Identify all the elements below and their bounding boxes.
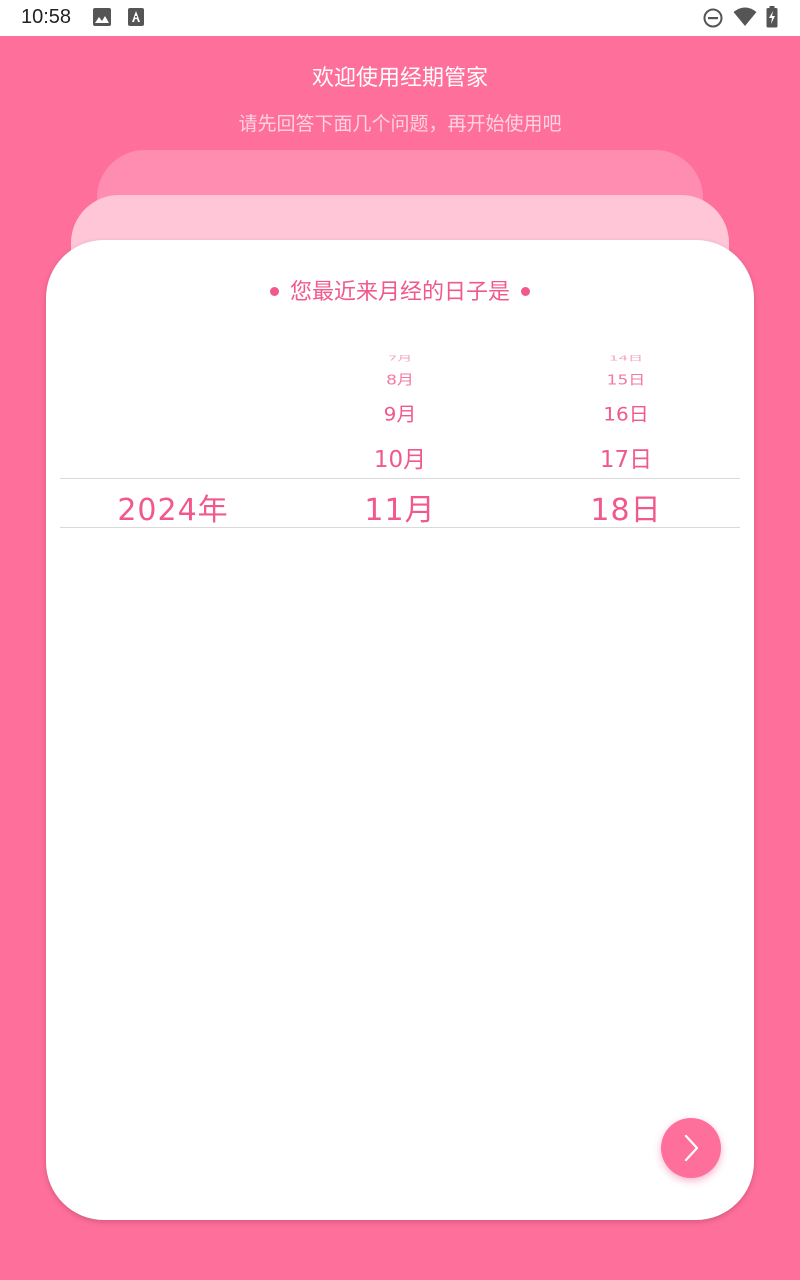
wifi-icon xyxy=(733,7,757,31)
month-option[interactable]: 7月 xyxy=(287,354,513,363)
status-bar: 10:58 xyxy=(0,0,800,36)
year-selected[interactable]: 2024年 xyxy=(60,485,286,529)
chevron-right-icon xyxy=(684,1134,699,1162)
question-text: 您最近来月经的日子是 xyxy=(289,280,510,305)
question-heading: 您最近来月经的日子是 xyxy=(46,274,754,306)
month-option[interactable]: 10月 xyxy=(287,440,513,474)
day-option[interactable]: 17日 xyxy=(513,440,739,474)
year-wheel[interactable]: 2024年 xyxy=(60,344,286,544)
month-option[interactable]: 8月 xyxy=(287,369,513,389)
day-option[interactable]: 14日 xyxy=(513,354,739,363)
month-wheel[interactable]: 7月 8月 9月 10月 11月 xyxy=(287,344,513,544)
date-picker: 2024年 7月 8月 9月 10月 11月 14日 15日 16日 17日 1… xyxy=(60,344,740,544)
welcome-title: 欢迎使用经期管家 xyxy=(311,66,488,91)
dot-right-icon xyxy=(521,286,530,296)
day-option[interactable]: 16日 xyxy=(513,399,739,427)
day-wheel[interactable]: 14日 15日 16日 17日 18日 xyxy=(513,344,739,544)
do-not-disturb-icon xyxy=(703,8,723,32)
month-selected[interactable]: 11月 xyxy=(287,485,513,529)
day-selected[interactable]: 18日 xyxy=(513,485,739,529)
next-button[interactable] xyxy=(661,1118,721,1178)
screen: 10:58 欢迎使用经期管家 请先回答下面几个问题，再开始使用吧 您最近来月经的… xyxy=(0,0,800,1280)
month-option[interactable]: 9月 xyxy=(287,399,513,427)
welcome-subtitle: 请先回答下面几个问题，再开始使用吧 xyxy=(238,113,562,135)
day-option[interactable]: 15日 xyxy=(513,369,739,389)
text-a-icon xyxy=(128,8,144,30)
image-icon xyxy=(93,8,111,30)
status-time: 10:58 xyxy=(21,6,72,28)
battery-charging-icon xyxy=(766,6,778,32)
dot-left-icon xyxy=(269,286,279,296)
question-card: 您最近来月经的日子是 2024年 7月 8月 9月 10月 11月 14日 15… xyxy=(46,240,754,1220)
